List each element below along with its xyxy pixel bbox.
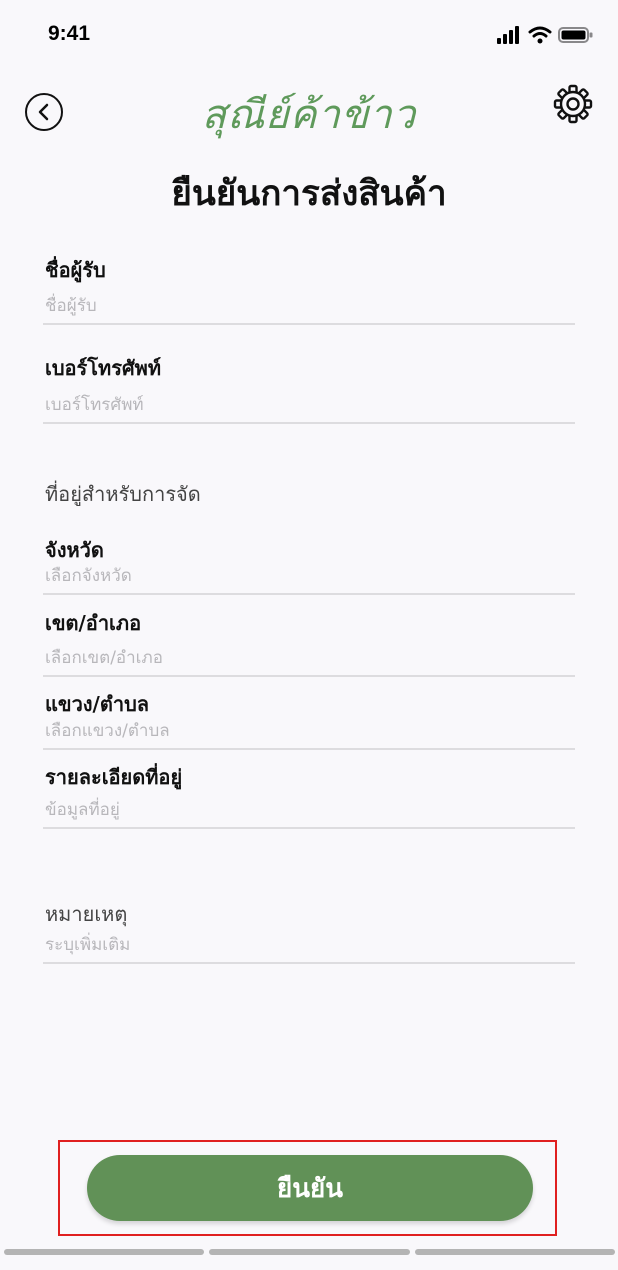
address-detail-label: รายละเอียดที่อยู่ xyxy=(45,765,183,789)
confirm-button[interactable]: ยืนยัน xyxy=(87,1155,533,1221)
recipient-name-label: ชื่อผู้รับ xyxy=(45,258,106,282)
status-time: 9:41 xyxy=(48,22,91,45)
home-indicator-center xyxy=(209,1249,410,1255)
district-select[interactable] xyxy=(43,641,575,677)
note-input[interactable] xyxy=(43,928,575,964)
shipping-address-heading: ที่อยู่สำหรับการจัด xyxy=(45,482,201,506)
page-title: ยืนยันการส่งสินค้า xyxy=(171,174,447,214)
battery-icon xyxy=(558,27,593,43)
signal-icon xyxy=(497,26,519,44)
recipient-name-input[interactable] xyxy=(43,289,575,325)
district-label: เขต/อำเภอ xyxy=(45,611,142,635)
province-select[interactable] xyxy=(43,559,575,595)
status-icons xyxy=(496,26,594,44)
settings-button[interactable] xyxy=(553,84,593,124)
note-label: หมายเหตุ xyxy=(45,902,128,926)
phone-label: เบอร์โทรศัพท์ xyxy=(45,356,162,380)
status-bar: 9:41 xyxy=(0,0,618,70)
home-indicator-right xyxy=(415,1249,615,1255)
app-logo-title: สุณีย์ค้าข้าว xyxy=(201,92,417,138)
gear-icon xyxy=(553,84,593,124)
phone-input[interactable] xyxy=(43,388,575,424)
subdistrict-select[interactable] xyxy=(43,714,575,750)
home-indicator-left xyxy=(4,1249,204,1255)
address-detail-input[interactable] xyxy=(43,793,575,829)
wifi-icon xyxy=(528,26,552,44)
